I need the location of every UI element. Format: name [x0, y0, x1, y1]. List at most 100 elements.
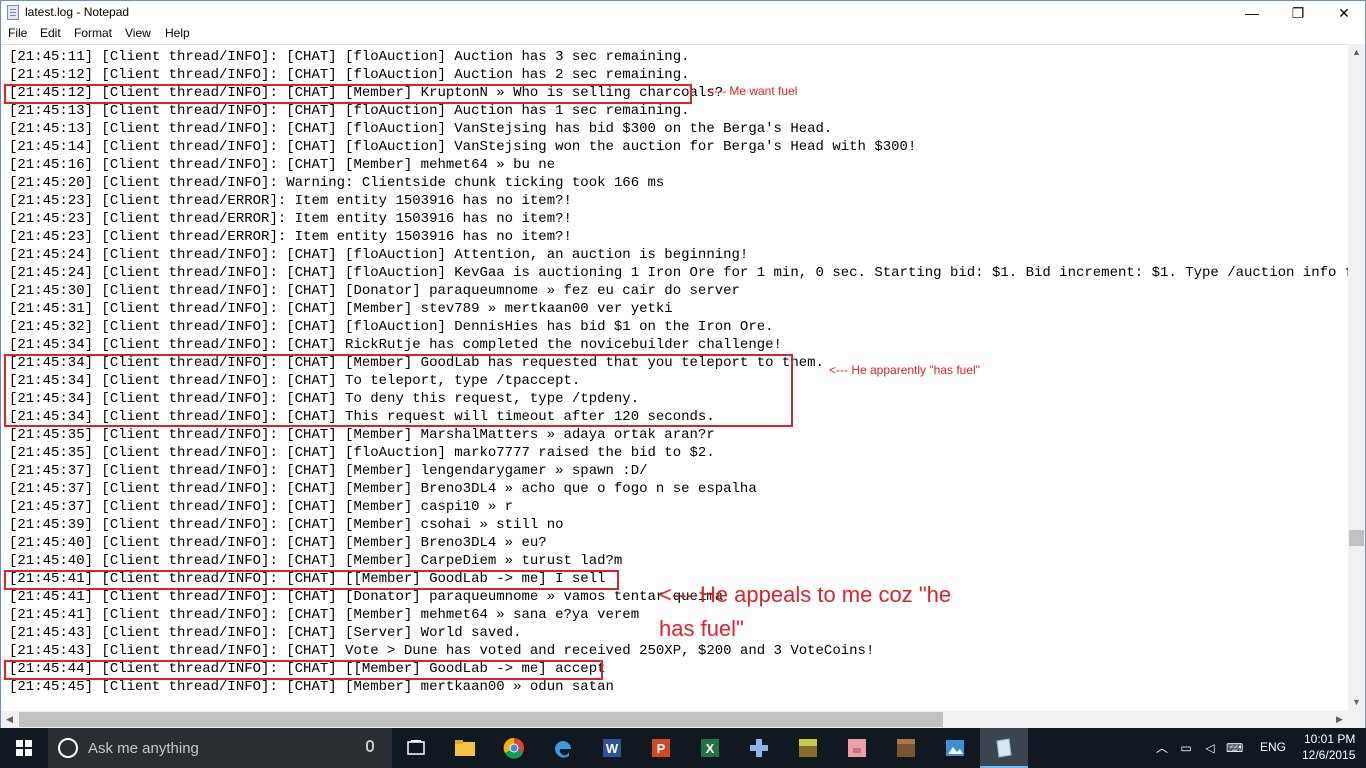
text-editor-area[interactable]: [21:45:11] [Client thread/INFO]: [CHAT] … [1, 44, 1348, 711]
notepad-icon [7, 5, 19, 20]
taskbar-excel[interactable]: X [686, 728, 734, 768]
maximize-button[interactable]: ❐ [1275, 1, 1321, 25]
taskbar-chrome[interactable] [490, 728, 538, 768]
log-line: [21:45:23] [Client thread/ERROR]: Item e… [9, 229, 572, 245]
log-line: [21:45:14] [Client thread/INFO]: [CHAT] … [9, 139, 917, 155]
annotation-appeals-line2: has fuel" [659, 616, 744, 641]
menu-view[interactable]: View [125, 26, 151, 40]
keyboard-icon[interactable]: ⌨ [1226, 740, 1243, 756]
log-line: [21:45:40] [Client thread/INFO]: [CHAT] … [9, 553, 623, 569]
horizontal-scroll-thumb[interactable] [19, 712, 943, 727]
windows-logo-icon [16, 740, 32, 756]
taskbar-powerpoint[interactable]: P [637, 728, 685, 768]
start-button[interactable] [0, 728, 48, 768]
log-line: [21:45:31] [Client thread/INFO]: [CHAT] … [9, 301, 673, 317]
annotation-appeals-line1: <--- He appeals to me coz "he [659, 582, 952, 607]
annotation-appeals: <--- He appeals to me coz "he has fuel" [659, 578, 951, 646]
highlight-box-accept [4, 660, 603, 680]
volume-icon[interactable]: ◁ [1202, 740, 1218, 756]
game-icon [750, 739, 768, 757]
log-line: [21:45:39] [Client thread/INFO]: [CHAT] … [9, 517, 564, 533]
log-line: [21:45:20] [Client thread/INFO]: Warning… [9, 175, 665, 191]
cortana-circle-icon [58, 738, 78, 758]
tray-chevron-up-icon[interactable]: ︿ [1154, 740, 1170, 756]
menu-edit[interactable]: Edit [40, 26, 61, 40]
taskbar-minecraft-grass[interactable] [784, 728, 832, 768]
taskbar: Ask me anything W P X ︿ ▭ ◁ ⌨ ENG 10:01 … [0, 728, 1366, 768]
svg-text:P: P [657, 741, 666, 756]
system-tray: ︿ ▭ ◁ ⌨ ENG 10:01 PM 12/6/2015 [1150, 728, 1366, 768]
file-explorer-icon [455, 740, 475, 756]
photos-icon [946, 740, 964, 756]
log-line: [21:45:40] [Client thread/INFO]: [CHAT] … [9, 535, 547, 551]
log-line: [21:45:16] [Client thread/INFO]: [CHAT] … [9, 157, 556, 173]
highlight-box-teleport-request [4, 354, 793, 427]
minimize-button[interactable]: — [1229, 1, 1275, 25]
clock-date[interactable]: 12/6/2015 [1302, 748, 1355, 762]
input-language[interactable]: ENG [1260, 740, 1286, 754]
log-line: [21:45:32] [Client thread/INFO]: [CHAT] … [9, 319, 774, 335]
log-line: [21:45:37] [Client thread/INFO]: [CHAT] … [9, 463, 648, 479]
task-view-button[interactable] [392, 728, 440, 768]
window-title: latest.log - Notepad [25, 5, 130, 19]
title-bar[interactable]: latest.log - Notepad — ❐ ✕ [1, 1, 1365, 25]
scroll-up-arrow-icon[interactable]: ▲ [1348, 44, 1365, 61]
network-icon[interactable]: ▭ [1178, 740, 1194, 756]
taskbar-minecraft-crafting[interactable] [882, 728, 930, 768]
microphone-icon[interactable] [366, 740, 374, 752]
log-line: [21:45:35] [Client thread/INFO]: [CHAT] … [9, 427, 715, 443]
scroll-right-arrow-icon[interactable]: ▶ [1331, 711, 1348, 728]
close-button[interactable]: ✕ [1321, 1, 1366, 25]
search-placeholder: Ask me anything [88, 740, 199, 757]
log-line: [21:45:23] [Client thread/ERROR]: Item e… [9, 193, 572, 209]
log-line: [21:45:30] [Client thread/INFO]: [CHAT] … [9, 283, 740, 299]
log-line: [21:45:12] [Client thread/INFO]: [CHAT] … [9, 67, 690, 83]
log-line: [21:45:34] [Client thread/INFO]: [CHAT] … [9, 337, 782, 353]
taskbar-game[interactable] [735, 728, 783, 768]
minecraft-crafting-icon [897, 739, 915, 757]
clock-time[interactable]: 10:01 PM [1304, 732, 1355, 746]
excel-icon: X [701, 739, 719, 757]
highlight-box-i-sell [4, 570, 619, 590]
notepad-window: latest.log - Notepad — ❐ ✕ File Edit For… [0, 0, 1366, 728]
menu-bar: File Edit Format View Help [1, 25, 1365, 43]
edge-icon [555, 741, 571, 758]
log-line: [21:45:37] [Client thread/INFO]: [CHAT] … [9, 481, 757, 497]
horizontal-scrollbar[interactable]: ◀ ▶ [1, 711, 1348, 728]
powerpoint-icon: P [652, 739, 670, 757]
log-line: [21:45:11] [Client thread/INFO]: [CHAT] … [9, 49, 690, 65]
log-line: [21:45:37] [Client thread/INFO]: [CHAT] … [9, 499, 514, 515]
vertical-scroll-thumb[interactable] [1349, 530, 1364, 546]
taskbar-edge[interactable] [539, 728, 587, 768]
log-line: [21:45:23] [Client thread/ERROR]: Item e… [9, 211, 572, 227]
minecraft-grass-icon [799, 739, 817, 757]
log-line: [21:45:13] [Client thread/INFO]: [CHAT] … [9, 103, 690, 119]
notepad-icon [996, 738, 1012, 758]
taskbar-minecraft-pig[interactable] [833, 728, 881, 768]
taskbar-word[interactable]: W [588, 728, 636, 768]
log-line: [21:45:24] [Client thread/INFO]: [CHAT] … [9, 265, 1348, 281]
chrome-icon [503, 737, 524, 759]
annotation-me-want-fuel: <--- Me want fuel [707, 84, 798, 98]
taskbar-notepad[interactable] [980, 728, 1028, 768]
vertical-scrollbar[interactable]: ▲ ▼ [1348, 44, 1365, 711]
log-line: [21:45:35] [Client thread/INFO]: [CHAT] … [9, 445, 715, 461]
word-icon: W [603, 739, 621, 757]
log-line: [21:45:24] [Client thread/INFO]: [CHAT] … [9, 247, 749, 263]
annotation-has-fuel: <--- He apparently "has fuel" [829, 363, 980, 377]
menu-file[interactable]: File [8, 26, 27, 40]
minecraft-pig-icon [848, 739, 866, 757]
menu-help[interactable]: Help [165, 26, 190, 40]
highlight-box-charcoal-question [4, 84, 692, 104]
scroll-left-arrow-icon[interactable]: ◀ [1, 711, 18, 728]
menu-format[interactable]: Format [74, 26, 112, 40]
log-line: [21:45:13] [Client thread/INFO]: [CHAT] … [9, 121, 833, 137]
log-line: [21:45:45] [Client thread/INFO]: [CHAT] … [9, 679, 614, 695]
size-grip[interactable] [1348, 711, 1365, 728]
cortana-search-box[interactable]: Ask me anything [48, 728, 392, 768]
scroll-down-arrow-icon[interactable]: ▼ [1348, 694, 1365, 711]
svg-text:X: X [706, 741, 715, 756]
taskbar-photos[interactable] [931, 728, 979, 768]
taskbar-file-explorer[interactable] [441, 728, 489, 768]
svg-text:W: W [606, 741, 619, 756]
